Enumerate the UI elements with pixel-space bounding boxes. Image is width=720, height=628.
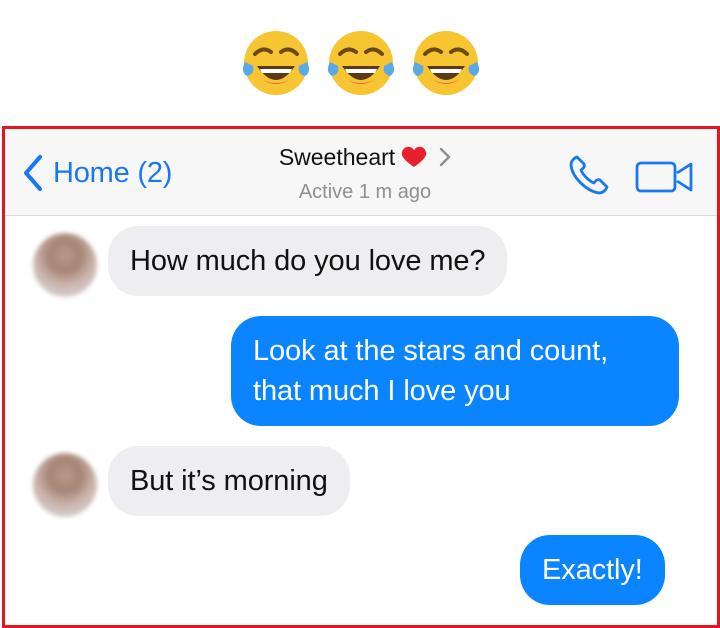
chevron-left-icon <box>21 153 45 193</box>
video-call-button[interactable] <box>635 159 695 195</box>
message-text-line-1: Look at the stars and count, <box>253 335 609 367</box>
back-button[interactable]: Home (2) <box>21 151 172 195</box>
face-with-tears-of-joy-icon <box>241 28 311 98</box>
chat-header: Home (2) Sweetheart Active 1 m ago <box>5 129 717 216</box>
contact-avatar <box>33 453 97 517</box>
video-camera-icon <box>635 161 693 193</box>
outgoing-message: Exactly! <box>520 535 665 605</box>
message-text: But it’s morning <box>130 465 328 497</box>
contact-avatar <box>33 233 97 297</box>
contact-name: Sweetheart <box>278 143 396 170</box>
chevron-right-icon <box>439 147 451 167</box>
message-text-line-2: that much I love you <box>253 375 511 407</box>
message-text: Exactly! <box>542 554 643 586</box>
back-label: Home (2) <box>53 156 173 189</box>
incoming-message: How much do you love me? <box>108 226 508 296</box>
face-with-tears-of-joy-icon <box>411 28 481 98</box>
emoji-row <box>0 28 720 98</box>
heart-icon <box>401 146 427 168</box>
outgoing-message: Look at the stars and count, that much I… <box>231 316 679 426</box>
active-status: Active 1 m ago <box>298 181 432 203</box>
contact-title[interactable]: Sweetheart Active 1 m ago <box>205 141 525 204</box>
face-with-tears-of-joy-icon <box>326 28 396 98</box>
message-text: How much do you love me? <box>130 245 486 277</box>
incoming-message: But it’s morning <box>108 446 350 516</box>
voice-call-button[interactable] <box>568 153 612 197</box>
chat-screenshot-frame: Home (2) Sweetheart Active 1 m ago How m… <box>2 126 720 628</box>
phone-icon <box>569 155 609 195</box>
